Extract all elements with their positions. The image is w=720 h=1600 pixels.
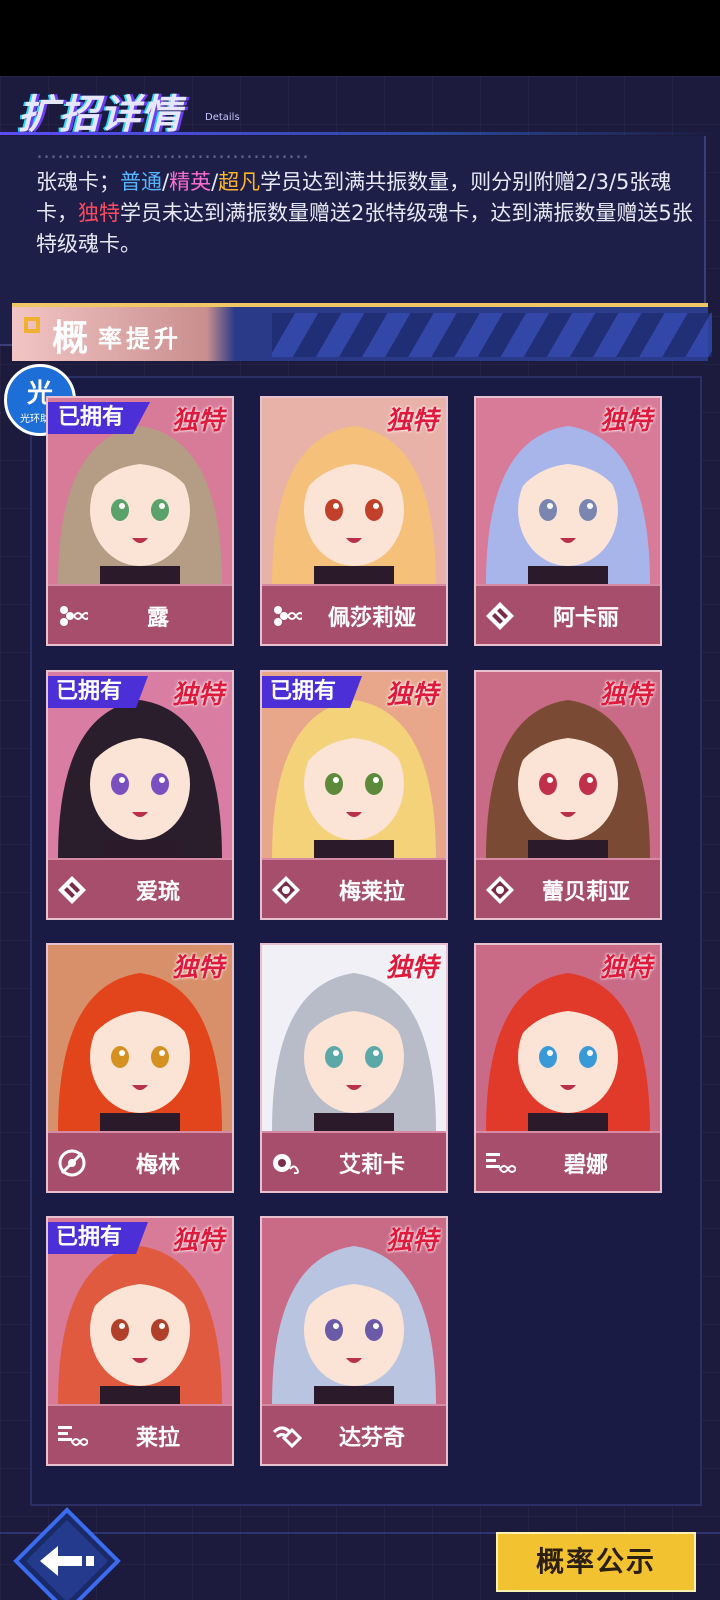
unique-badge: 独特 [171, 680, 224, 710]
section-title-rest: 率提升 [98, 325, 182, 353]
unique-badge: 独特 [385, 406, 438, 436]
character-footer: 蕾贝莉亚 [476, 858, 660, 918]
character-name: 碧娜 [563, 1153, 608, 1178]
unique-badge: 独特 [599, 680, 652, 710]
unique-badge: 独特 [171, 1226, 224, 1256]
character-name: 艾莉卡 [338, 1153, 405, 1178]
header: 扩招详情 Details [0, 76, 720, 138]
character-card[interactable]: 已拥有 独特爱琉 [46, 670, 234, 920]
back-arrow-icon [13, 1507, 121, 1600]
details-segment: 张魂卡； [36, 170, 120, 194]
probability-button[interactable]: 概率公示 [496, 1532, 696, 1592]
orbit-icon [58, 1149, 86, 1177]
diamond-dot-icon [272, 876, 300, 904]
stripes-infinity-icon [58, 1426, 88, 1446]
character-card[interactable]: 独特佩莎莉娅 [260, 396, 448, 646]
character-footer: 梅林 [48, 1131, 232, 1191]
character-name: 爱琉 [135, 880, 180, 905]
character-card[interactable]: 已拥有 独特露 [46, 396, 234, 646]
character-name: 梅林 [135, 1153, 180, 1178]
eye-infinity-icon [273, 1154, 299, 1175]
details-segment: 超凡 [218, 170, 261, 194]
section-title-big: 概 [52, 318, 89, 359]
character-card[interactable]: 已拥有 独特梅莱拉 [260, 670, 448, 920]
unique-badge: 独特 [385, 1226, 438, 1256]
character-name: 蕾贝莉亚 [541, 880, 630, 905]
signal-diamond-icon [272, 1426, 302, 1449]
character-name: 梅莱拉 [338, 880, 405, 905]
owned-badge: 已拥有 [262, 676, 363, 708]
character-card[interactable]: 独特碧娜 [474, 943, 662, 1193]
owned-badge: 已拥有 [48, 676, 149, 708]
diamond-dot-icon [486, 876, 514, 904]
details-segment: 普通 [120, 170, 162, 194]
details-segment: 学员未达到满振数量赠送2张特级魂卡，达到满振数量赠送5张特级魂卡。 [36, 201, 693, 256]
character-footer: 碧娜 [476, 1131, 660, 1191]
game-screen: 扩招详情 Details ………………………………… 张魂卡；普通/精英/超凡学… [0, 76, 720, 1600]
character-card[interactable]: 已拥有 独特莱拉 [46, 1216, 234, 1466]
character-name: 露 [146, 606, 169, 631]
character-footer: 艾莉卡 [262, 1131, 446, 1191]
page-subtitle: Details [205, 112, 240, 123]
header-divider [0, 132, 720, 135]
dots-infinity-icon [60, 606, 88, 626]
character-card[interactable]: 独特阿卡丽 [474, 396, 662, 646]
details-paragraph: 张魂卡；普通/精英/超凡学员达到满共振数量，则分别附赠2/3/5张魂卡，独特学员… [36, 170, 693, 256]
unique-badge: 独特 [599, 953, 652, 983]
details-text: ………………………………… 张魂卡；普通/精英/超凡学员达到满共振数量，则分别附… [36, 136, 696, 260]
character-footer: 梅莱拉 [262, 858, 446, 918]
character-footer: 爱琉 [48, 858, 232, 918]
character-footer: 露 [48, 584, 232, 644]
back-button[interactable] [12, 1506, 122, 1600]
owned-badge: 已拥有 [48, 1222, 149, 1254]
character-card[interactable]: 独特艾莉卡 [260, 943, 448, 1193]
banner-stripes [272, 313, 712, 357]
character-name: 达芬奇 [338, 1426, 405, 1451]
unique-badge: 独特 [171, 406, 224, 436]
details-segment: 精英 [169, 170, 212, 194]
character-footer: 达芬奇 [262, 1404, 446, 1464]
details-clipped-line: ………………………………… [36, 139, 309, 163]
details-segment: 独特 [78, 201, 120, 225]
character-card[interactable]: 独特梅林 [46, 943, 234, 1193]
diamond-cross-icon [486, 602, 514, 630]
diamond-cross-icon [58, 876, 86, 904]
section-banner: 概 率提升 [12, 303, 712, 361]
character-name: 莱拉 [135, 1426, 180, 1451]
unique-badge: 独特 [385, 680, 438, 710]
character-name: 阿卡丽 [552, 606, 619, 631]
stripes-infinity-icon [486, 1153, 516, 1173]
character-footer: 阿卡丽 [476, 584, 660, 644]
character-card[interactable]: 独特达芬奇 [260, 1216, 448, 1466]
character-name: 佩莎莉娅 [327, 606, 416, 631]
character-card[interactable]: 独特蕾贝莉亚 [474, 670, 662, 920]
dots-infinity-icon [274, 606, 302, 626]
unique-badge: 独特 [599, 406, 652, 436]
owned-badge: 已拥有 [48, 402, 151, 434]
character-footer: 莱拉 [48, 1404, 232, 1464]
unique-badge: 独特 [385, 953, 438, 983]
banner-square-icon [24, 317, 40, 333]
unique-badge: 独特 [171, 953, 224, 983]
character-footer: 佩莎莉娅 [262, 584, 446, 644]
